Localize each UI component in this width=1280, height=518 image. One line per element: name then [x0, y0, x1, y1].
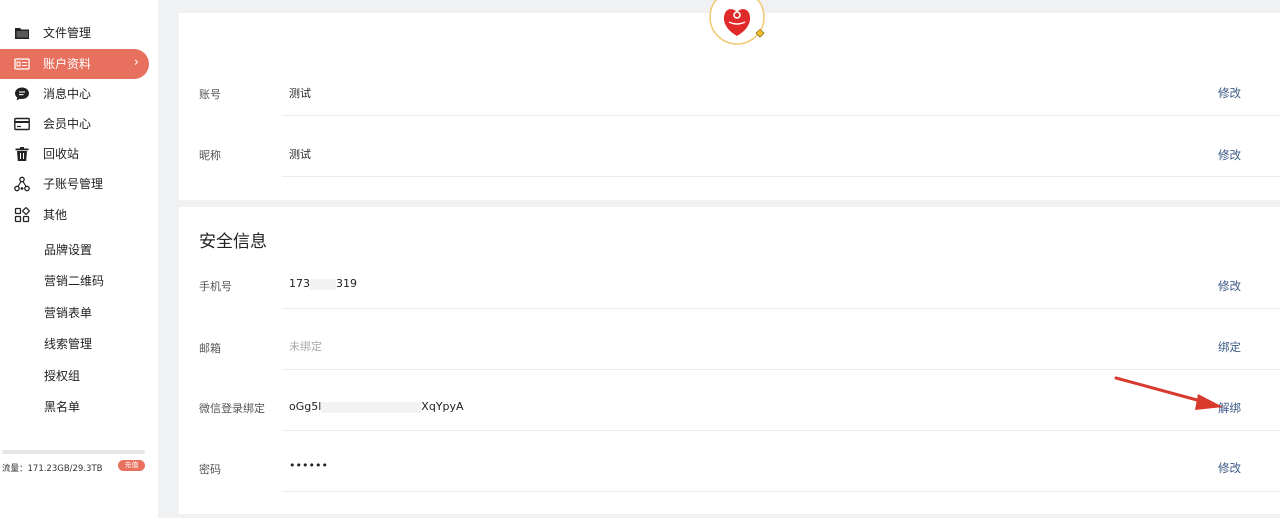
- annotation-arrow-icon: [1114, 376, 1223, 410]
- sidebar-item-label: 其他: [43, 208, 68, 222]
- sidebar: 文件管理 账户资料 › 消息中心 会员中心 回收站 子账号管理 其他 品牌设置 …: [0, 0, 158, 518]
- card-icon: [14, 117, 30, 131]
- sidebar-subitem-auth-group[interactable]: 授权组: [44, 369, 80, 383]
- sidebar-item-label: 子账号管理: [43, 177, 104, 191]
- wechat-binding-label: 微信登录绑定: [199, 402, 265, 415]
- divider: [282, 176, 1280, 177]
- phone-label: 手机号: [199, 280, 232, 293]
- avatar[interactable]: [709, 0, 765, 56]
- edit-nickname-button[interactable]: 修改: [1218, 147, 1241, 163]
- divider: [282, 308, 1280, 309]
- edit-password-button[interactable]: 修改: [1218, 460, 1241, 476]
- divider: [282, 115, 1280, 116]
- hierarchy-icon: [14, 176, 30, 192]
- apps-icon: [14, 207, 30, 223]
- divider: [282, 430, 1280, 431]
- edit-account-button[interactable]: 修改: [1218, 85, 1241, 101]
- nickname-value: 测试: [289, 148, 311, 161]
- sidebar-item-sub-account-management[interactable]: 子账号管理: [0, 169, 158, 199]
- chevron-right-icon: ›: [133, 55, 139, 70]
- sidebar-item-recycle-bin[interactable]: 回收站: [0, 139, 158, 169]
- sidebar-item-label: 消息中心: [43, 87, 92, 101]
- traffic-usage-text: 流量：171.23GB/29.3TB: [2, 464, 103, 474]
- bind-email-button[interactable]: 绑定: [1218, 339, 1241, 355]
- edit-phone-button[interactable]: 修改: [1218, 278, 1241, 294]
- email-label: 邮箱: [199, 342, 221, 355]
- sidebar-subitem-blacklist[interactable]: 黑名单: [44, 400, 80, 414]
- folder-icon: [15, 28, 29, 39]
- message-icon: [15, 87, 29, 101]
- profile-card: 账号 测试 修改 昵称 测试 修改: [179, 0, 1280, 200]
- sidebar-item-label: 回收站: [43, 147, 80, 161]
- nickname-label: 昵称: [199, 149, 221, 162]
- divider: [282, 369, 1280, 370]
- email-value: 未绑定: [289, 340, 322, 353]
- account-value: 测试: [289, 87, 311, 100]
- sidebar-item-label: 文件管理: [43, 26, 92, 40]
- sidebar-subitem-lead-management[interactable]: 线索管理: [44, 337, 92, 351]
- divider: [282, 491, 1280, 492]
- sidebar-item-label: 会员中心: [43, 117, 92, 131]
- sidebar-item-member-center[interactable]: 会员中心: [0, 109, 158, 139]
- account-label: 账号: [199, 88, 221, 101]
- sidebar-item-message-center[interactable]: 消息中心: [0, 79, 158, 109]
- wechat-binding-value: oGg5l XqYpyA: [289, 400, 464, 413]
- sidebar-item-label: 账户资料: [43, 57, 92, 71]
- trash-icon: [15, 147, 29, 161]
- security-section-title: 安全信息: [199, 232, 267, 252]
- recharge-button[interactable]: 充值: [118, 460, 145, 471]
- sidebar-subitem-marketing-form[interactable]: 营销表单: [44, 306, 92, 320]
- sidebar-subitem-brand-settings[interactable]: 品牌设置: [44, 243, 92, 257]
- profile-card-icon: [14, 58, 30, 70]
- password-value: ••••••: [289, 459, 328, 472]
- sidebar-subitem-marketing-qr-code[interactable]: 营销二维码: [44, 274, 104, 288]
- password-label: 密码: [199, 463, 221, 476]
- security-card: 安全信息 手机号 173 319 修改 邮箱 未绑定 绑定 微信登录绑定 oGg5…: [179, 207, 1280, 514]
- sidebar-item-file-management[interactable]: 文件管理: [0, 18, 158, 48]
- sidebar-item-other[interactable]: 其他: [0, 200, 158, 230]
- traffic-usage-bar: [2, 450, 145, 454]
- sidebar-item-account-profile[interactable]: 账户资料 ›: [0, 49, 149, 79]
- phone-value: 173 319: [289, 277, 357, 290]
